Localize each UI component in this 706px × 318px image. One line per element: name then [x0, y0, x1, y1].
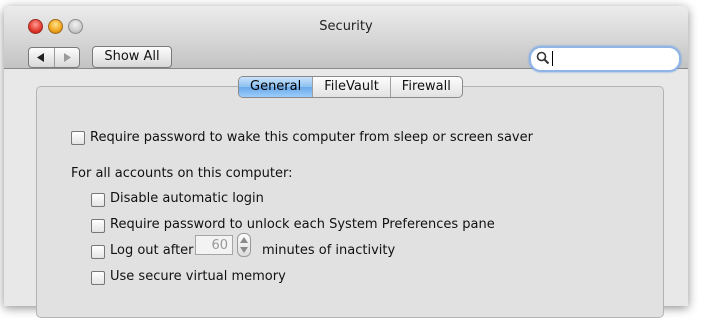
triangle-left-icon [37, 53, 45, 62]
window-toolbar: Security Show All [4, 6, 688, 72]
secure-virtual-memory-checkbox[interactable] [91, 271, 105, 285]
tab-general[interactable]: General [239, 77, 313, 97]
search-input[interactable] [551, 50, 669, 66]
show-all-button[interactable]: Show All [92, 46, 172, 68]
secure-virtual-memory-label: Use secure virtual memory [110, 269, 286, 284]
back-button[interactable] [29, 48, 54, 67]
logout-minutes-suffix: minutes of inactivity [262, 243, 396, 258]
require-password-wake-checkbox[interactable] [71, 131, 85, 145]
tab-firewall[interactable]: Firewall [389, 77, 462, 97]
back-forward-group [28, 47, 80, 68]
window-title: Security [319, 19, 373, 34]
search-icon [536, 51, 550, 65]
text-caret [552, 51, 553, 66]
forward-button[interactable] [53, 48, 80, 67]
tab-bar: General FileVault Firewall [238, 76, 463, 98]
tab-filevault[interactable]: FileVault [312, 77, 390, 97]
stepper-down-icon[interactable] [240, 247, 248, 253]
accounts-heading: For all accounts on this computer: [71, 166, 293, 181]
require-password-wake-label: Require password to wake this computer f… [90, 130, 533, 145]
logout-minutes-field[interactable]: 60 [195, 235, 233, 255]
log-out-after-label: Log out after [110, 243, 194, 258]
log-out-after-checkbox[interactable] [91, 245, 105, 259]
logout-minutes-stepper[interactable] [237, 233, 251, 257]
require-password-unlock-checkbox[interactable] [91, 219, 105, 233]
triangle-right-icon [63, 53, 71, 62]
search-box[interactable] [529, 46, 681, 72]
require-password-unlock-label: Require password to unlock each System P… [110, 217, 495, 232]
disable-auto-login-checkbox[interactable] [91, 193, 105, 207]
disable-auto-login-label: Disable automatic login [110, 191, 264, 206]
stepper-up-icon[interactable] [240, 237, 248, 243]
